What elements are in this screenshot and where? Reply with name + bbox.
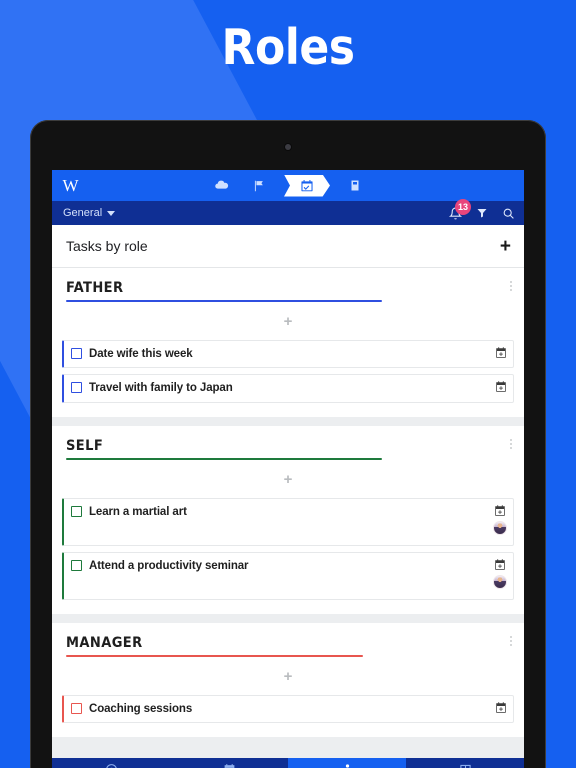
task-checkbox[interactable]: [71, 505, 82, 517]
calendar-plus-icon: [495, 505, 505, 516]
task-label: Learn a martial art: [89, 505, 187, 518]
app-tab-strip: [52, 170, 524, 201]
task-checkbox[interactable]: [71, 348, 82, 359]
schedule-task-button[interactable]: [494, 558, 506, 571]
task-actions: [493, 504, 507, 535]
nav-item-roles[interactable]: [288, 758, 406, 768]
cloud-icon: [214, 180, 228, 189]
task-checkbox[interactable]: [71, 559, 82, 571]
chevron-down-icon: [107, 210, 116, 216]
filter-button[interactable]: [476, 207, 488, 219]
avatar[interactable]: [493, 574, 507, 589]
nav-item-vision[interactable]: [52, 758, 170, 768]
role-card: SELF + Learn a martial art Attend a product…: [52, 425, 524, 614]
add-task-button[interactable]: +: [52, 657, 524, 695]
role-title: SELF: [66, 437, 104, 454]
page-title: Tasks by role: [66, 238, 148, 254]
camera-icon: [285, 144, 291, 150]
app-sub-bar: General 13: [52, 198, 524, 225]
schedule-task-button[interactable]: [495, 701, 507, 714]
task-label: Travel with family to Japan: [89, 382, 233, 395]
bottom-navigation: [52, 758, 524, 768]
task-actions: [495, 346, 507, 359]
role-menu-button[interactable]: [510, 438, 512, 449]
nav-item-calendar[interactable]: [170, 758, 288, 768]
task-label: Date wife this week: [89, 348, 193, 360]
task-actions: [495, 701, 507, 714]
task-checkbox[interactable]: [71, 702, 82, 714]
role-card: MANAGER + Coaching sessions: [52, 622, 524, 738]
roles-list: FATHER + Date wife this week Travel with fa…: [52, 268, 524, 738]
flag-icon: [254, 180, 263, 191]
sub-bar-actions: 13: [449, 198, 515, 220]
search-button[interactable]: [502, 207, 515, 220]
task-row[interactable]: Coaching sessions: [62, 694, 514, 724]
task-actions: [493, 558, 507, 589]
task-row[interactable]: Date wife this week: [62, 340, 514, 369]
tablet-device-frame: W General 13 Tasks by role + FATHER + Da…: [30, 120, 546, 768]
role-header: FATHER: [52, 268, 524, 296]
tab-flag[interactable]: [246, 175, 272, 197]
calendar-plus-icon: [495, 559, 505, 570]
device-screen: W General 13 Tasks by role + FATHER + Da…: [52, 170, 524, 768]
content-area: Tasks by role + FATHER + Date wife this we…: [52, 225, 524, 768]
avatar[interactable]: [493, 520, 507, 535]
page-header: Tasks by role +: [52, 225, 524, 268]
role-card: FATHER + Date wife this week Travel with fa…: [52, 268, 524, 417]
tab-notes[interactable]: [342, 175, 368, 197]
calendar-plus-icon: [496, 347, 506, 358]
task-row[interactable]: Travel with family to Japan: [62, 374, 514, 403]
role-menu-button[interactable]: [510, 635, 512, 646]
calendar-check-icon: [301, 179, 313, 191]
add-task-button[interactable]: +: [52, 460, 524, 498]
role-header: SELF: [52, 426, 524, 454]
person-icon: [345, 763, 349, 768]
book-icon: [351, 180, 359, 191]
page-headline: Roles: [221, 19, 356, 76]
task-actions: [495, 380, 507, 393]
schedule-task-button[interactable]: [495, 380, 507, 393]
tab-tasks[interactable]: [284, 174, 330, 197]
target-icon: [105, 763, 117, 768]
role-menu-button[interactable]: [510, 281, 512, 291]
task-row[interactable]: Attend a productivity seminar: [62, 551, 514, 600]
task-label: Attend a productivity seminar: [89, 559, 249, 572]
schedule-task-button[interactable]: [494, 504, 506, 517]
calendar-icon: [224, 763, 234, 768]
task-label: Coaching sessions: [89, 702, 193, 715]
add-task-button[interactable]: +: [52, 302, 524, 340]
calendar-plus-icon: [496, 702, 506, 713]
role-title: FATHER: [66, 280, 124, 296]
notification-badge: 13: [455, 198, 472, 215]
scope-label: General: [63, 207, 103, 219]
notifications-button[interactable]: 13: [449, 198, 472, 220]
schedule-task-button[interactable]: [495, 346, 507, 359]
app-top-bar: W: [52, 170, 524, 201]
filter-icon: [477, 209, 487, 218]
add-role-button[interactable]: +: [500, 237, 511, 256]
tab-cloud[interactable]: [208, 175, 234, 197]
role-header: MANAGER: [52, 623, 524, 651]
task-row[interactable]: Learn a martial art: [62, 497, 514, 546]
role-title: MANAGER: [66, 634, 143, 651]
task-checkbox[interactable]: [71, 382, 82, 394]
nav-item-board[interactable]: [406, 758, 524, 768]
scope-dropdown[interactable]: General: [63, 207, 116, 219]
calendar-plus-icon: [496, 381, 506, 393]
columns-icon: [459, 764, 471, 768]
search-icon: [503, 208, 514, 219]
